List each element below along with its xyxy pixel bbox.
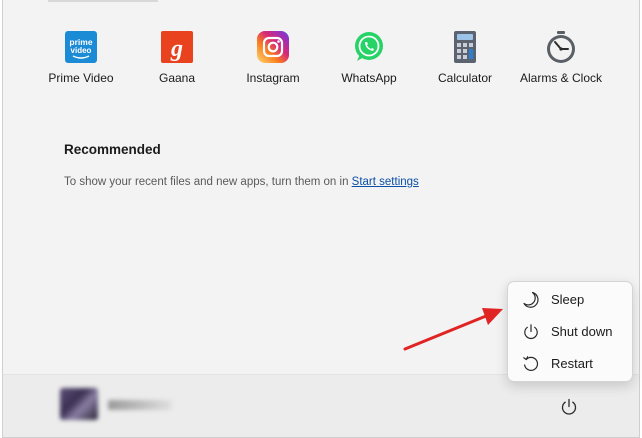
recommended-description: To show your recent files and new apps, … xyxy=(64,176,419,188)
recommended-heading: Recommended xyxy=(64,142,161,157)
app-label: Alarms & Clock xyxy=(519,71,602,85)
power-icon xyxy=(524,324,538,339)
calculator-icon xyxy=(448,30,482,64)
restart-icon xyxy=(523,356,539,371)
pinned-app-gaana[interactable]: g Gaana xyxy=(127,30,227,85)
start-settings-link[interactable]: Start settings xyxy=(352,176,419,188)
recommended-text: To show your recent files and new apps, … xyxy=(64,176,352,188)
pinned-app-whatsapp[interactable]: WhatsApp xyxy=(319,30,419,85)
power-menu-restart[interactable]: Restart xyxy=(508,349,632,379)
user-name-blurred[interactable] xyxy=(108,400,172,410)
alarm-clock-icon xyxy=(544,30,578,64)
app-label: WhatsApp xyxy=(341,71,397,85)
power-button[interactable] xyxy=(559,397,579,422)
app-label: Instagram xyxy=(246,71,300,85)
power-menu-sleep[interactable]: Sleep xyxy=(508,285,632,315)
app-label: Gaana xyxy=(158,71,196,85)
gaana-icon: g xyxy=(160,30,194,64)
power-menu-label: Shut down xyxy=(551,324,613,339)
app-label: Calculator xyxy=(437,71,493,85)
svg-text:g: g xyxy=(170,36,183,62)
moon-icon xyxy=(523,291,539,308)
app-label: Prime Video xyxy=(48,71,114,85)
pinned-app-calculator[interactable]: Calculator xyxy=(415,30,515,85)
power-icon xyxy=(561,398,577,415)
power-menu: Sleep Shut down Restart xyxy=(507,281,633,382)
power-menu-label: Restart xyxy=(551,356,593,371)
instagram-icon xyxy=(256,30,290,64)
avatar[interactable] xyxy=(60,388,98,420)
svg-text:video: video xyxy=(71,46,92,55)
whatsapp-icon xyxy=(352,30,386,64)
pinned-app-instagram[interactable]: Instagram xyxy=(223,30,323,85)
power-menu-label: Sleep xyxy=(551,292,585,307)
pinned-apps-row: prime video Prime Video g Gaana Instagra… xyxy=(0,30,642,100)
scroll-edge xyxy=(48,0,158,2)
prime-video-icon: prime video xyxy=(64,30,98,64)
pinned-app-prime-video[interactable]: prime video Prime Video xyxy=(31,30,131,85)
power-menu-shut-down[interactable]: Shut down xyxy=(508,317,632,347)
pinned-app-alarms-clock[interactable]: Alarms & Clock xyxy=(511,30,611,85)
